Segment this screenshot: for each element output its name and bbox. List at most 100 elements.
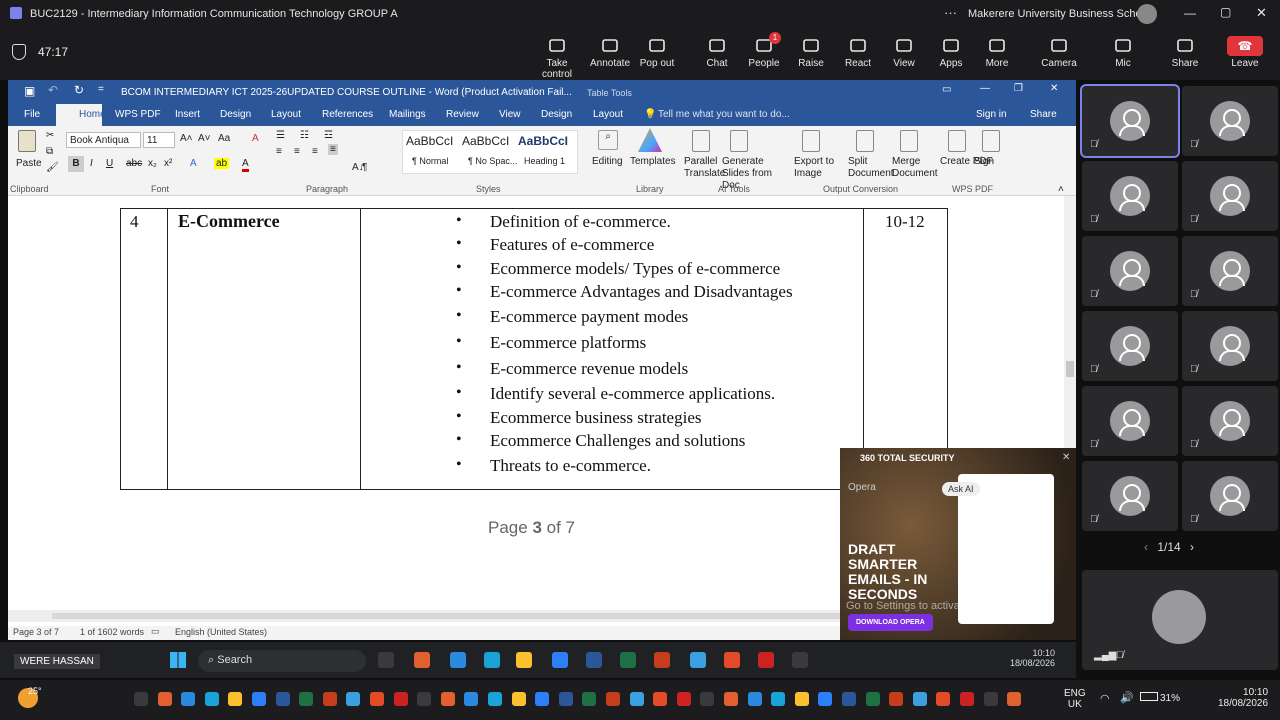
wifi-icon[interactable]: ◠ (1100, 692, 1110, 705)
taskbar-app-icon[interactable] (724, 692, 738, 706)
shrink-font-icon[interactable]: A˅ (198, 133, 211, 144)
taskbar-app-icon[interactable] (842, 692, 856, 706)
subscript-icon[interactable]: x₂ (148, 158, 157, 169)
take-control-button[interactable]: Take control (532, 34, 582, 80)
highlight-icon[interactable]: ab (214, 158, 230, 169)
taskbar-app-icon[interactable] (484, 652, 500, 668)
next-page-icon[interactable]: › (1190, 540, 1194, 554)
numbering-icon[interactable]: ☷ (300, 130, 309, 141)
participant-tile[interactable]: 🎙̸ (1182, 86, 1278, 156)
taskbar-app-icon[interactable] (204, 692, 219, 706)
taskbar-app-icon[interactable] (393, 692, 408, 706)
participant-tile[interactable]: 🎙̸ (1082, 311, 1178, 381)
templates-button[interactable]: Templates (630, 156, 676, 167)
justify-icon[interactable]: ≡ (328, 144, 338, 155)
strikethrough-icon[interactable]: abc (126, 158, 142, 169)
sign-in-link[interactable]: Sign in (976, 109, 1007, 120)
show-marks-icon[interactable]: ¶ (362, 162, 367, 173)
leave-button[interactable]: ☎ Leave (1220, 34, 1270, 76)
people-button[interactable]: People 1 (739, 32, 789, 76)
tab-layout[interactable]: Layout (271, 109, 301, 120)
taskbar-app-icon[interactable] (346, 692, 361, 706)
language-indicator[interactable]: ENG UK (1064, 688, 1086, 710)
text-effects-icon[interactable]: A (190, 158, 197, 169)
taskbar-app-icon[interactable] (654, 652, 670, 668)
taskbar-app-icon[interactable] (370, 692, 384, 706)
taskbar-app-icon[interactable] (889, 692, 904, 706)
find-icon[interactable]: ⌕ (598, 130, 618, 150)
taskbar-app-icon[interactable] (299, 692, 314, 706)
self-view-tile[interactable]: ▂▄▆ 🎙̸ (1082, 570, 1278, 670)
participant-tile[interactable]: 🎙̸ (1182, 161, 1278, 231)
style-preview[interactable]: AaBbCcI (518, 134, 568, 148)
tab-insert[interactable]: Insert (175, 109, 200, 120)
taskbar-app-icon[interactable] (552, 652, 568, 668)
collapse-ribbon-icon[interactable]: ˄ (1058, 184, 1064, 195)
ad-close-icon[interactable]: ✕ (1062, 452, 1070, 463)
align-right-icon[interactable]: ≡ (312, 146, 318, 157)
pop-out-button[interactable]: Pop out (632, 34, 682, 76)
style-preview[interactable]: AaBbCcI (462, 134, 509, 148)
taskbar-app-icon[interactable] (690, 652, 706, 668)
clock[interactable]: 10:10 18/08/2026 (1218, 687, 1268, 709)
taskbar-app-icon[interactable] (629, 692, 644, 706)
participant-tile[interactable]: 🎙̸ (1082, 461, 1178, 531)
mic-button[interactable]: Mic (1098, 34, 1148, 76)
taskbar-app-icon[interactable] (378, 652, 394, 668)
word-minimize-icon[interactable]: — (980, 83, 990, 94)
taskbar-app-icon[interactable] (865, 692, 880, 706)
taskbar-app-icon[interactable] (450, 652, 466, 668)
bold-button[interactable]: B (68, 156, 84, 172)
taskbar-app-icon[interactable] (322, 692, 337, 706)
taskbar-app-icon[interactable] (535, 692, 550, 706)
tab-file[interactable]: File (24, 109, 40, 120)
tab-review[interactable]: Review (446, 109, 479, 120)
font-name-select[interactable]: Book Antiqua (66, 132, 141, 148)
camera-button[interactable]: Camera (1034, 34, 1084, 76)
annotate-button[interactable]: Annotate (585, 34, 635, 76)
participant-tile[interactable]: 🎙̸ (1182, 236, 1278, 306)
participant-tile[interactable]: 🎙̸ (1082, 161, 1178, 231)
participant-tile[interactable]: 🎙̸ (1082, 386, 1178, 456)
self-mic-off-icon[interactable]: 🎙̸ (1116, 650, 1124, 661)
italic-button[interactable]: I (90, 158, 93, 169)
taskbar-app-icon[interactable] (275, 692, 290, 706)
tab-wps-pdf[interactable]: WPS PDF (115, 109, 161, 120)
clear-format-icon[interactable]: A (252, 133, 259, 144)
align-center-icon[interactable]: ≡ (294, 146, 300, 157)
taskbar-app-icon[interactable] (818, 692, 833, 706)
tab-table-design[interactable]: Design (541, 109, 572, 120)
taskbar-app-icon[interactable] (488, 692, 502, 706)
download-opera-button[interactable]: DOWNLOAD OPERA (848, 614, 933, 631)
taskbar-app-icon[interactable] (676, 692, 691, 706)
react-button[interactable]: React (833, 34, 883, 76)
participant-tile[interactable]: 🎙̸ (1082, 236, 1178, 306)
tool-button[interactable]: Sign (974, 156, 1034, 168)
ask-ai-button[interactable]: Ask AI (942, 482, 980, 496)
tab-table-layout[interactable]: Layout (593, 109, 623, 120)
more-button[interactable]: More (972, 34, 1022, 76)
windows-start-icon[interactable] (170, 652, 186, 668)
superscript-icon[interactable]: x² (164, 158, 172, 169)
taskbar-app-icon[interactable] (134, 692, 148, 706)
editing-button[interactable]: Editing (592, 156, 623, 167)
taskbar-app-icon[interactable] (417, 692, 432, 706)
tab-home[interactable]: Home (56, 104, 106, 126)
taskbar-app-icon[interactable] (1007, 692, 1022, 706)
apps-button[interactable]: Apps (926, 34, 976, 76)
taskbar-app-icon[interactable] (620, 652, 636, 668)
participant-tile[interactable]: 🎙̸ (1182, 311, 1278, 381)
share-button[interactable]: Share (1030, 109, 1057, 120)
taskbar-app-icon[interactable] (724, 652, 740, 668)
paste-icon[interactable] (18, 130, 36, 152)
taskbar-app-icon[interactable] (936, 692, 951, 706)
view-button[interactable]: View (879, 34, 929, 76)
taskbar-app-icon[interactable] (794, 692, 809, 706)
close-icon[interactable]: ✕ (1256, 5, 1267, 21)
style-name[interactable]: Heading 1 (524, 156, 565, 166)
tab-design[interactable]: Design (220, 109, 251, 120)
org-avatar[interactable] (1137, 4, 1157, 24)
font-size-select[interactable]: 11 (143, 132, 175, 148)
taskbar-search[interactable]: ⌕ Search (198, 650, 366, 672)
quick-access-icon[interactable]: = (98, 84, 104, 95)
